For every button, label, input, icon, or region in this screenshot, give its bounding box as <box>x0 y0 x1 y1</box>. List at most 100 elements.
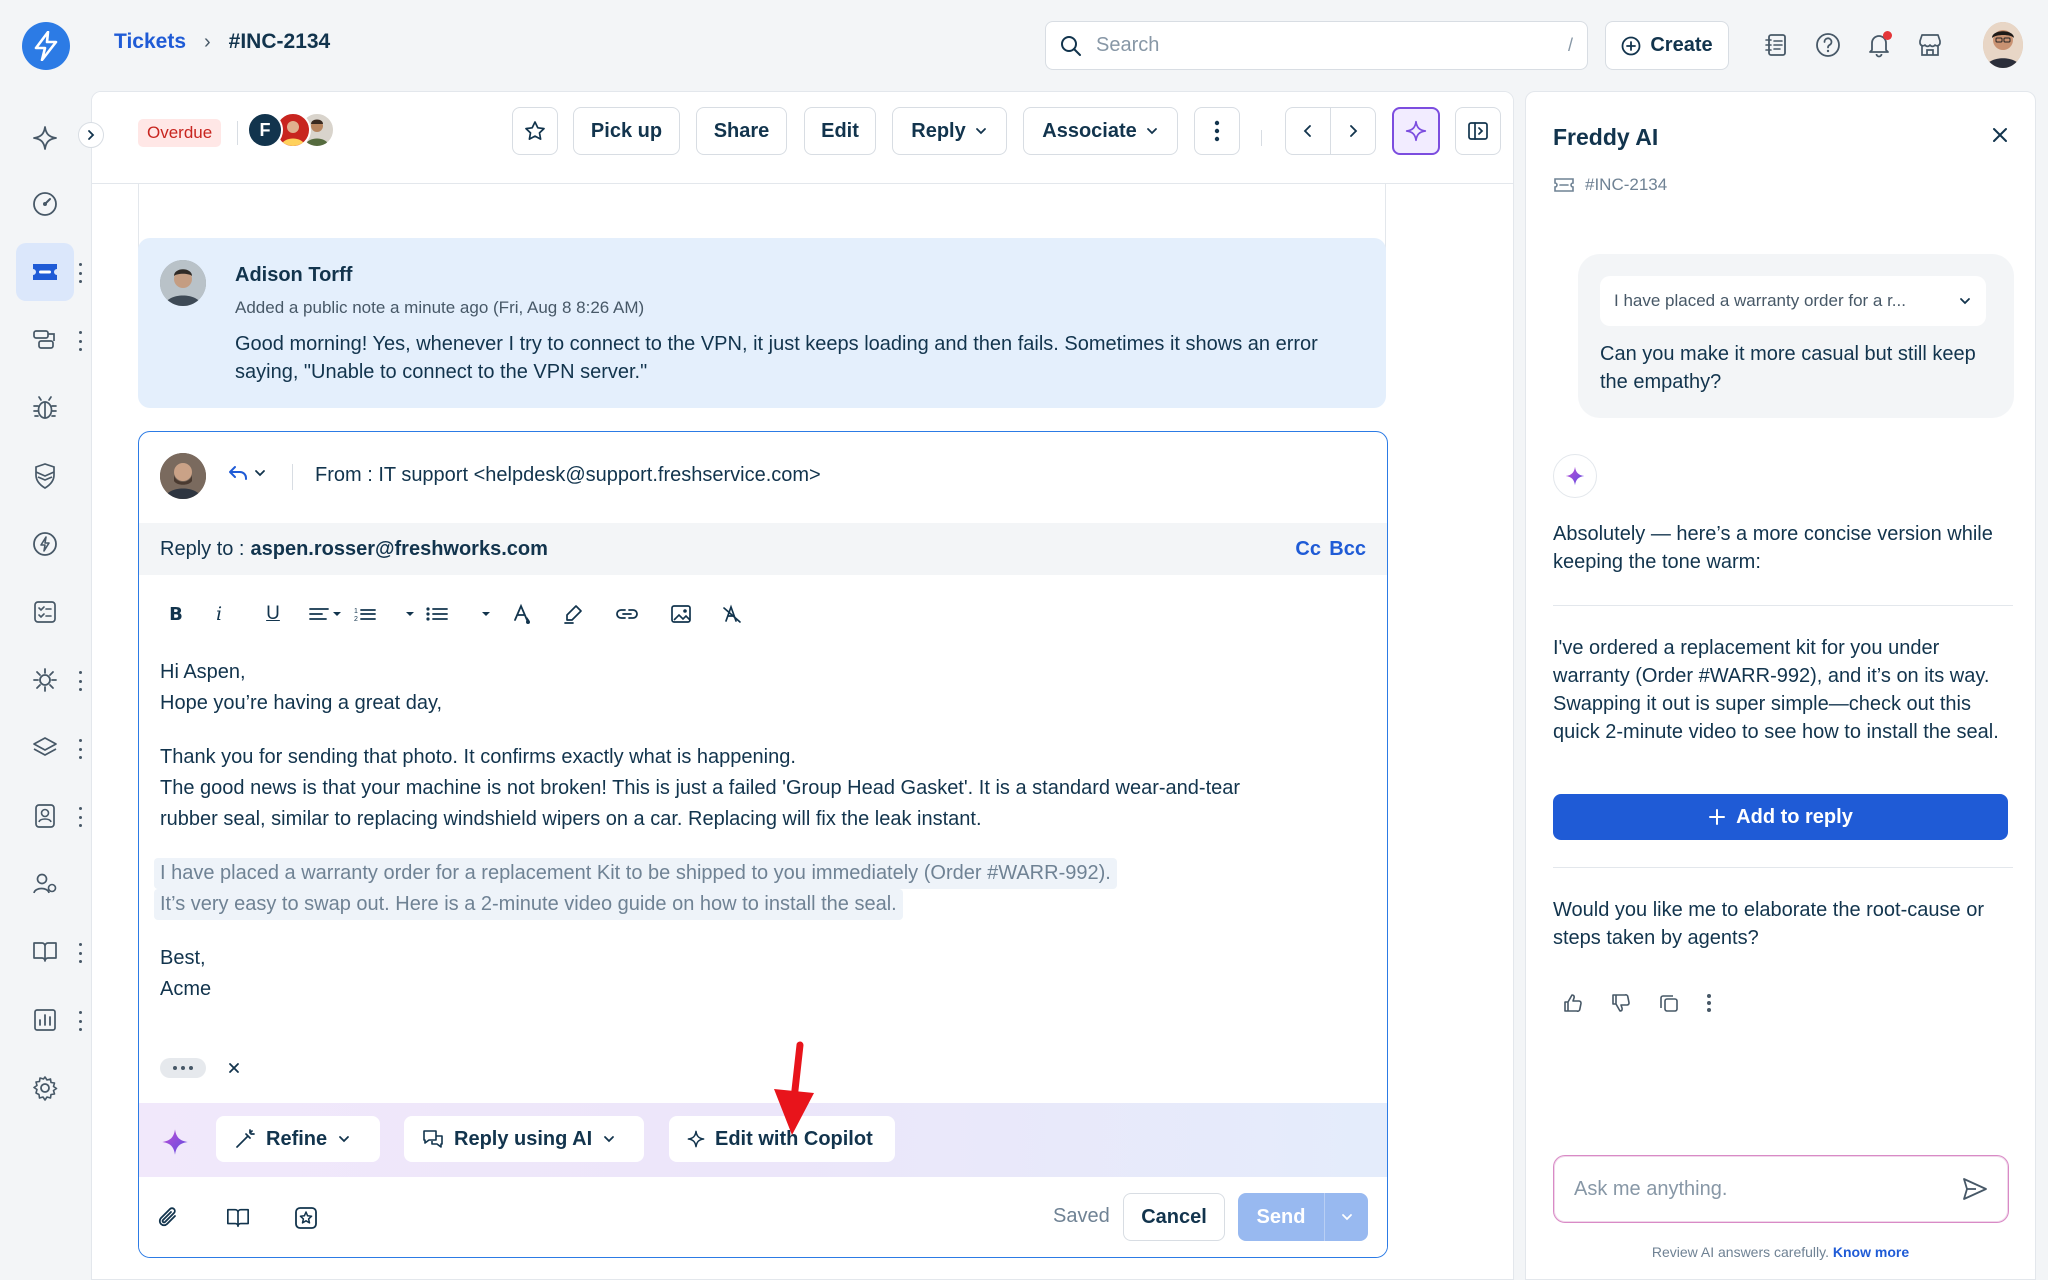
reply-type-dropdown[interactable] <box>227 464 267 482</box>
from-field[interactable]: From : IT support <helpdesk@support.fres… <box>315 464 821 487</box>
search-shortcut: / <box>1567 35 1573 55</box>
text-color-button[interactable] <box>498 596 546 632</box>
context-snippet-dropdown[interactable]: I have placed a warranty order for a r..… <box>1600 276 1986 326</box>
star-button[interactable] <box>512 107 558 155</box>
user-avatar[interactable] <box>1983 22 2023 68</box>
note-body: Good morning! Yes, whenever I try to con… <box>235 333 1318 383</box>
chevron-right-icon <box>1350 125 1358 137</box>
knowledge-base-icon[interactable] <box>225 1206 251 1230</box>
more-actions-button[interactable] <box>1194 107 1240 155</box>
thumbs-down-icon[interactable] <box>1610 992 1632 1014</box>
send-button[interactable]: Send <box>1238 1206 1324 1229</box>
sidebar-item-contacts[interactable] <box>16 787 74 845</box>
checklist-icon <box>34 601 56 623</box>
cancel-button[interactable]: Cancel <box>1123 1193 1225 1241</box>
add-to-reply-label: Add to reply <box>1736 805 1853 828</box>
sidebar-item-problems[interactable] <box>16 311 74 369</box>
sidebar-item-more[interactable] <box>76 331 84 351</box>
align-dropdown[interactable] <box>300 596 350 632</box>
sidebar-item-more[interactable] <box>76 807 84 827</box>
sidebar-expand-button[interactable] <box>78 122 104 148</box>
underline-button[interactable]: U <box>246 596 300 632</box>
ai-draft-text: I've ordered a replacement kit for you u… <box>1553 637 1999 743</box>
pick-up-button[interactable]: Pick up <box>573 107 680 155</box>
help-icon[interactable] <box>1811 28 1845 62</box>
ask-input[interactable]: Ask me anything. <box>1553 1155 2009 1223</box>
attachment-icon[interactable] <box>157 1205 181 1231</box>
create-button[interactable]: Create <box>1605 21 1729 70</box>
bold-button[interactable]: B <box>160 596 192 632</box>
cog-network-icon <box>33 668 57 692</box>
cc-button[interactable]: Cc <box>1295 538 1321 561</box>
send-options-button[interactable] <box>1324 1193 1368 1241</box>
close-panel-button[interactable] <box>1991 126 2009 144</box>
sidebar-item-more[interactable] <box>76 263 84 283</box>
sidebar-item-more[interactable] <box>76 943 84 963</box>
copy-icon[interactable] <box>1658 992 1680 1014</box>
reply-to-address[interactable]: aspen.rosser@freshworks.com <box>250 538 547 561</box>
edit-button[interactable]: Edit <box>804 107 876 155</box>
align-left-icon <box>309 608 341 620</box>
body-line: Hope you’re having a great day, <box>160 692 443 714</box>
chevron-left-icon <box>1303 125 1311 137</box>
insert-image-button[interactable] <box>654 596 708 632</box>
contact-card-icon[interactable] <box>1760 28 1794 62</box>
previous-ticket-button[interactable] <box>1285 107 1331 155</box>
app-logo[interactable] <box>22 22 70 70</box>
close-icon[interactable] <box>228 1062 240 1074</box>
sidebar-item-assets[interactable] <box>16 719 74 777</box>
sidebar-item-more[interactable] <box>76 1011 84 1031</box>
bullet-list-dropdown[interactable] <box>422 596 498 632</box>
numbered-list-dropdown[interactable]: 12 <box>350 596 422 632</box>
link-icon <box>616 609 638 619</box>
context-snippet-text: I have placed a warranty order for a r..… <box>1614 291 1906 310</box>
sidebar-item-tickets[interactable] <box>16 243 74 301</box>
sidebar-item-solutions[interactable] <box>16 923 74 981</box>
canned-response-icon[interactable] <box>293 1205 319 1231</box>
toggle-side-panel-button[interactable] <box>1455 107 1501 155</box>
know-more-link[interactable]: Know more <box>1833 1244 1909 1260</box>
sidebar-item-more[interactable] <box>76 671 84 691</box>
breadcrumb-tickets[interactable]: Tickets <box>114 30 186 54</box>
note-meta: Added a public note a minute ago (Fri, A… <box>235 298 645 317</box>
sidebar-item-workflows[interactable] <box>16 651 74 709</box>
sidebar-item-admin[interactable] <box>16 1059 74 1117</box>
divider <box>292 464 293 490</box>
sidebar-item-more[interactable] <box>76 739 84 759</box>
kebab-menu-icon[interactable] <box>1706 992 1712 1014</box>
clear-format-button[interactable] <box>708 596 756 632</box>
agent-avatar[interactable]: F <box>247 112 283 148</box>
sidebar-item-changes[interactable] <box>16 447 74 505</box>
sidebar-item-bugs[interactable] <box>16 379 74 437</box>
freddy-ai-toggle-button[interactable] <box>1392 107 1440 155</box>
highlight-button[interactable] <box>546 596 600 632</box>
sidebar-item-analytics[interactable] <box>16 991 74 1049</box>
thumbs-up-icon[interactable] <box>1562 992 1584 1014</box>
reply-dropdown-button[interactable]: Reply <box>892 107 1007 155</box>
add-to-reply-button[interactable]: Add to reply <box>1553 794 2008 840</box>
insert-link-button[interactable] <box>600 596 654 632</box>
send-split-button[interactable]: Send <box>1238 1193 1368 1241</box>
sidebar-item-ai[interactable] <box>16 109 74 167</box>
send-icon[interactable] <box>1962 1177 1988 1201</box>
sidebar-item-releases[interactable] <box>16 515 74 573</box>
store-icon[interactable] <box>1913 28 1947 62</box>
close-icon <box>1993 128 2007 142</box>
notifications-bell-icon[interactable] <box>1862 28 1896 62</box>
reply-body[interactable]: Hi Aspen, Hope you’re having a great day… <box>154 657 1360 1005</box>
sidebar-item-tasks[interactable] <box>16 583 74 641</box>
refine-dropdown-button[interactable]: Refine <box>216 1116 380 1162</box>
search-input[interactable]: Search / <box>1045 21 1588 70</box>
bcc-button[interactable]: Bcc <box>1329 538 1366 561</box>
breadcrumb: Tickets › #INC-2134 <box>114 30 330 54</box>
next-ticket-button[interactable] <box>1330 107 1376 155</box>
sidebar-item-dashboard[interactable] <box>16 175 74 233</box>
clear-format-icon <box>723 604 741 623</box>
italic-button[interactable]: i <box>192 596 246 632</box>
associate-dropdown-button[interactable]: Associate <box>1023 107 1178 155</box>
sidebar-item-users[interactable] <box>16 855 74 913</box>
show-quoted-text-button[interactable] <box>160 1058 206 1078</box>
annotation-arrow-icon <box>774 1041 814 1135</box>
share-button[interactable]: Share <box>696 107 787 155</box>
reply-using-ai-dropdown-button[interactable]: Reply using AI <box>404 1116 644 1162</box>
